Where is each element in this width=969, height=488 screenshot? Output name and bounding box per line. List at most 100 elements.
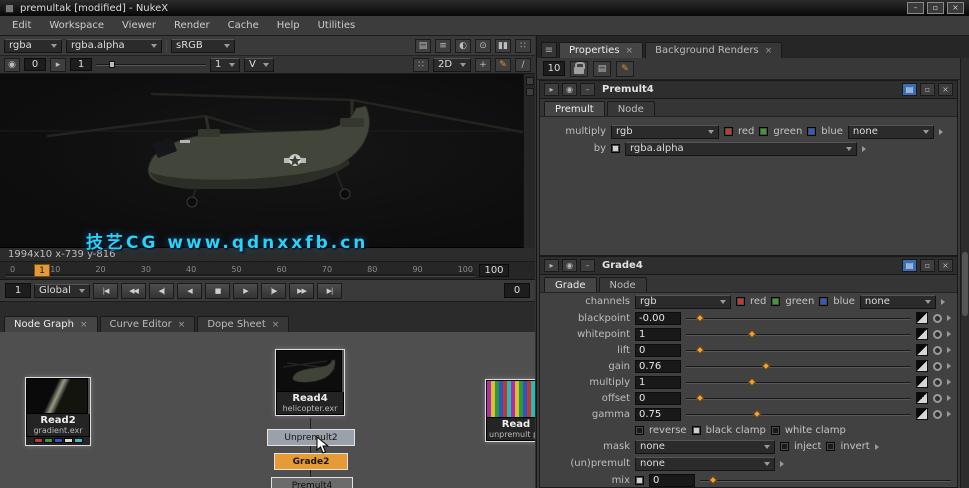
color-wheel-icon[interactable] — [933, 393, 942, 403]
white-clamp-checkbox[interactable] — [770, 425, 780, 435]
viewer-side-button[interactable] — [525, 88, 534, 96]
close-button[interactable]: × — [947, 2, 964, 14]
expand-right-icon[interactable] — [938, 128, 943, 135]
red-checkbox[interactable] — [736, 297, 745, 306]
node-color-icon[interactable]: ◉ — [562, 259, 577, 272]
close-icon[interactable]: × — [272, 320, 280, 330]
annotate-pencil-icon[interactable]: ✎ — [495, 57, 511, 72]
goto-end-button[interactable]: ▶| — [317, 282, 342, 299]
lock-icon[interactable] — [570, 60, 588, 77]
minimize-panel-icon[interactable]: – — [580, 83, 595, 96]
slider-handle[interactable] — [752, 409, 761, 418]
color-swatch[interactable] — [916, 392, 928, 404]
close-icon[interactable]: × — [80, 320, 88, 330]
slider-handle[interactable] — [747, 329, 757, 338]
close-panel-icon[interactable]: × — [938, 259, 953, 272]
max-panels-input[interactable]: 10 — [543, 61, 565, 76]
close-icon[interactable]: × — [765, 46, 773, 56]
gamma-input[interactable]: 1 — [70, 58, 92, 71]
tab-properties[interactable]: Properties × — [559, 42, 644, 58]
color-swatch[interactable] — [916, 328, 928, 340]
color-wheel-icon[interactable] — [933, 361, 942, 371]
viewer-canvas[interactable] — [0, 74, 535, 248]
black-clamp-checkbox[interactable] — [691, 425, 701, 435]
play-forward-button[interactable]: ▶ — [233, 282, 258, 299]
layer-select[interactable]: rgba.alpha — [66, 38, 162, 53]
color-wheel-icon[interactable] — [933, 313, 942, 323]
edit-pencil-icon[interactable]: ✎ — [616, 60, 634, 77]
node-unpremult2[interactable]: Unpremult2 — [268, 430, 354, 445]
stop-button[interactable]: ■ — [205, 282, 230, 299]
menu-cache[interactable]: Cache — [220, 18, 267, 33]
tab-background-renders[interactable]: Background Renders × — [645, 42, 783, 58]
animation-menu-icon[interactable] — [947, 379, 951, 385]
menu-help[interactable]: Help — [269, 18, 308, 33]
color-wheel-icon[interactable] — [933, 345, 942, 355]
param-slider[interactable] — [686, 361, 911, 372]
color-swatch[interactable] — [916, 344, 928, 356]
menu-utilities[interactable]: Utilities — [310, 18, 364, 33]
tab-grade[interactable]: Grade — [544, 277, 597, 292]
color-wheel-icon[interactable] — [933, 329, 942, 339]
menu-edit[interactable]: Edit — [4, 18, 39, 33]
animation-menu-icon[interactable] — [947, 315, 951, 321]
current-frame-marker[interactable]: 1 — [34, 264, 50, 277]
value-input[interactable]: 1 — [635, 327, 681, 341]
gain-input[interactable]: 0 — [24, 58, 46, 71]
color-swatch[interactable] — [916, 376, 928, 388]
minimize-panel-icon[interactable]: – — [580, 259, 595, 272]
invert-checkbox[interactable] — [826, 442, 836, 451]
frame-end-box[interactable]: 100 — [479, 264, 509, 277]
slider-handle[interactable] — [747, 377, 757, 386]
animation-menu-icon[interactable] — [947, 363, 951, 369]
blue-checkbox[interactable] — [819, 297, 829, 306]
layout-grid-icon[interactable]: ▤ — [415, 38, 431, 53]
roi-dots-icon[interactable]: ∷ — [515, 38, 531, 53]
prev-keyframe-button[interactable]: ◀◀ — [121, 282, 146, 299]
clear-panels-icon[interactable]: ▤ — [593, 60, 611, 77]
slider-handle[interactable] — [761, 361, 770, 370]
channels-select[interactable]: rgb — [611, 124, 719, 139]
tab-dope-sheet[interactable]: Dope Sheet × — [197, 316, 290, 332]
tab-node[interactable]: Node — [606, 101, 655, 116]
tab-node[interactable]: Node — [598, 277, 647, 292]
properties-scrollbar[interactable] — [960, 58, 969, 488]
play-backward-button[interactable]: ◀ — [177, 282, 202, 299]
value-input[interactable]: 0 — [635, 343, 681, 357]
gain-toggle-icon[interactable]: ◉ — [4, 57, 20, 72]
mix-checkbox[interactable] — [635, 475, 644, 485]
value-input[interactable]: 0.76 — [635, 359, 681, 373]
view-select[interactable]: V — [244, 57, 274, 72]
tab-premult[interactable]: Premult — [544, 101, 605, 116]
pause-render-icon[interactable]: ▮▮ — [495, 38, 511, 53]
close-icon[interactable]: × — [178, 320, 186, 330]
expand-right-icon[interactable] — [940, 298, 945, 305]
step-back-button[interactable]: ◀| — [149, 282, 174, 299]
color-wheel-icon[interactable] — [933, 377, 942, 387]
node-read2[interactable]: Read2 gradient.exr — [26, 378, 90, 445]
crosshair-icon[interactable]: + — [475, 57, 491, 72]
slider-knob[interactable] — [109, 60, 116, 68]
float-panel-icon[interactable]: ▫ — [920, 259, 935, 272]
param-slider[interactable] — [686, 377, 911, 388]
expand-arrow-icon[interactable]: ▸ — [50, 57, 66, 72]
frame-ruler[interactable]: 0 10 20 30 40 50 60 70 80 90 100 1 100 — [0, 262, 535, 280]
channel-select[interactable]: rgba — [4, 38, 62, 53]
slider-handle[interactable] — [708, 475, 718, 484]
maximize-button[interactable]: ▫ — [927, 2, 944, 14]
tab-node-graph[interactable]: Node Graph × — [4, 316, 98, 332]
proxy-select[interactable]: 1 — [210, 57, 240, 72]
node-grade2[interactable]: Grade2 — [275, 454, 347, 469]
node-premult4[interactable]: Premult4 — [272, 478, 352, 488]
slider-handle[interactable] — [696, 393, 705, 402]
param-slider[interactable] — [700, 475, 951, 486]
param-slider[interactable] — [686, 329, 911, 340]
red-checkbox[interactable] — [724, 127, 733, 136]
target-icon[interactable]: ⊙ — [475, 38, 491, 53]
node-read4[interactable]: Read4 helicopter.exr — [276, 350, 344, 415]
minimize-button[interactable]: – — [907, 2, 924, 14]
center-node-icon[interactable]: ▤ — [902, 259, 917, 272]
param-slider[interactable] — [686, 393, 911, 404]
color-swatch[interactable] — [916, 312, 928, 324]
menu-render[interactable]: Render — [166, 18, 218, 33]
